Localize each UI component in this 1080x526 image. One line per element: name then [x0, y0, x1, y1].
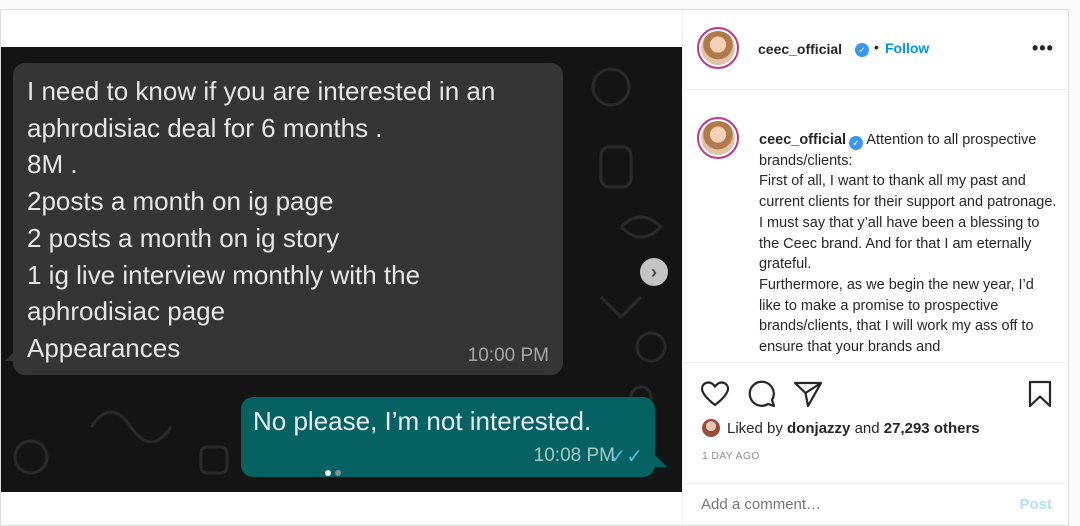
caption-avatar[interactable] [697, 117, 739, 159]
post-media: I need to know if you are interested in … [1, 47, 682, 492]
carousel-dot-active [325, 470, 331, 476]
post-header: ceec_official ✓ • Follow ••• [683, 10, 1070, 90]
bookmark-icon[interactable] [1028, 380, 1052, 408]
caption-area: ceec_official ✓ Attention to all prospect… [683, 102, 1070, 362]
carousel-indicator [325, 470, 341, 476]
liker-username[interactable]: donjazzy [787, 420, 850, 437]
outgoing-message-time: 10:08 PM [533, 445, 615, 466]
comment-box: Post [683, 483, 1070, 526]
post-actions: Liked by donjazzy and 27,293 others 1 DA… [683, 362, 1070, 525]
incoming-message-time: 10:00 PM [467, 345, 549, 366]
author-username[interactable]: ceec_official [758, 41, 842, 57]
verified-badge-icon: ✓ [855, 43, 869, 57]
liker-avatar[interactable] [701, 418, 721, 438]
outgoing-message-bubble: No please, I’m not interested. 10:08 PM … [241, 397, 655, 477]
post-comment-button[interactable]: Post [1019, 496, 1052, 513]
header-separator: • [874, 39, 879, 55]
likes-prefix: Liked by [727, 419, 783, 437]
outgoing-bubble-tail [651, 451, 667, 467]
post-timestamp[interactable]: 1 DAY AGO [702, 450, 760, 462]
post-card: I need to know if you are interested in … [0, 9, 1070, 526]
verified-badge-icon: ✓ [849, 136, 864, 150]
heart-icon[interactable] [701, 381, 729, 407]
post-side-panel: ceec_official ✓ • Follow ••• ceec_offici… [682, 10, 1070, 525]
carousel-dot [335, 470, 341, 476]
likes-summary: Liked by donjazzy and 27,293 others [701, 418, 980, 438]
comment-icon[interactable] [748, 380, 776, 408]
incoming-message-text: I need to know if you are interested in … [27, 76, 496, 363]
caption-text: Attention to all prospective brands/clie… [759, 132, 1057, 356]
caption: ceec_official ✓ Attention to all prospect… [759, 130, 1059, 358]
incoming-message-bubble: I need to know if you are interested in … [13, 63, 563, 375]
share-icon[interactable] [793, 380, 823, 408]
likes-others-link[interactable]: 27,293 others [884, 420, 980, 437]
outgoing-message-text: No please, I’m not interested. [253, 406, 592, 436]
read-receipt-icon: ✓✓ [609, 446, 643, 468]
more-options-icon[interactable]: ••• [1032, 38, 1054, 59]
caption-username[interactable]: ceec_official [759, 132, 846, 148]
author-avatar[interactable] [697, 27, 739, 69]
likes-conjunction: and [854, 419, 880, 437]
comment-input[interactable] [701, 496, 1001, 513]
follow-button[interactable]: Follow [885, 40, 929, 56]
carousel-next-button[interactable]: › [640, 258, 668, 286]
